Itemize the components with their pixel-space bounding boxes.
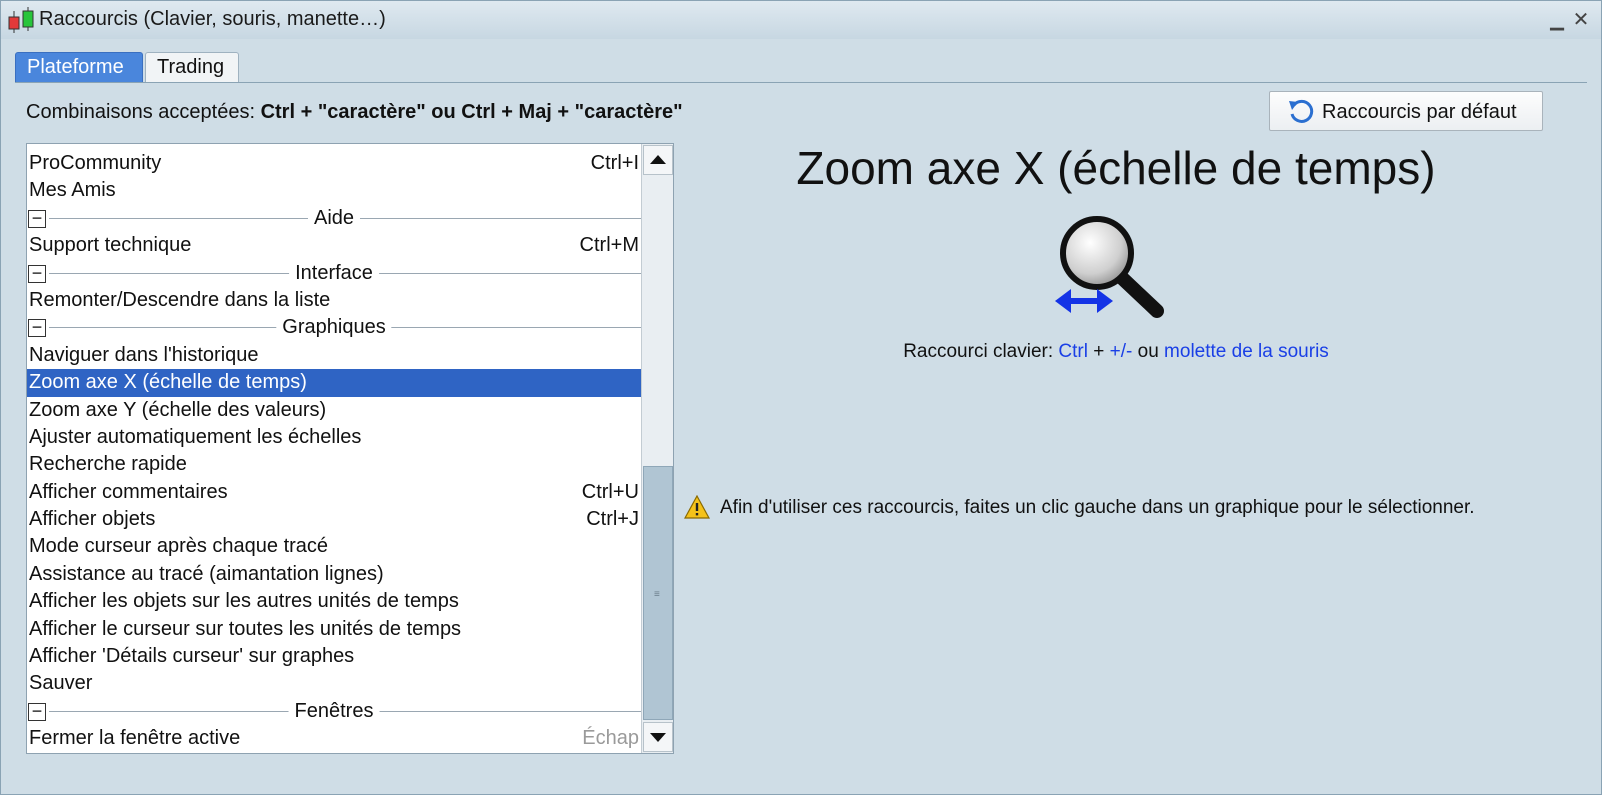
- reset-arrow-icon: [1289, 99, 1314, 123]
- list-item-label: Naviguer dans l'historique: [29, 343, 259, 366]
- list-item-label: Fermer la fenêtre active: [29, 727, 241, 750]
- detail-title: Zoom axe X (échelle de temps): [796, 142, 1436, 194]
- list-item[interactable]: Mode curseur après chaque tracé: [27, 533, 641, 560]
- zoom-horizontal-icon: [1055, 216, 1164, 318]
- collapse-toggle-icon[interactable]: −: [28, 702, 46, 721]
- list-item-label: Recherche rapide: [29, 453, 187, 476]
- list-item-label: Remonter/Descendre dans la liste: [29, 288, 331, 311]
- list-item[interactable]: Mes Amis: [27, 177, 641, 204]
- list-item[interactable]: Naviguer dans l'historique: [27, 342, 641, 369]
- list-item[interactable]: Afficher 'Détails curseur' sur graphes: [27, 643, 641, 670]
- list-item[interactable]: ProCommunity Ctrl+I: [27, 150, 641, 177]
- list-item-shortcut: Ctrl+U: [581, 480, 639, 503]
- list-item-label: Zoom axe X (échelle de temps): [29, 371, 307, 394]
- group-header-graphiques: − Graphiques: [27, 314, 641, 341]
- shortcut-mouse-wheel: molette de la souris: [1164, 341, 1329, 362]
- list-item[interactable]: Afficher commentaires Ctrl+U: [27, 479, 641, 506]
- list-item-label: Support technique: [29, 234, 192, 257]
- list-item[interactable]: Zoom axe X (échelle de temps): [27, 369, 641, 397]
- list-item-shortcut: Échap: [582, 727, 639, 750]
- collapse-toggle-icon[interactable]: −: [28, 264, 46, 283]
- shortcut-key-ctrl: Ctrl: [1058, 341, 1088, 362]
- list-scrollbar[interactable]: ≡: [641, 144, 673, 753]
- list-item[interactable]: Support technique Ctrl+M: [27, 232, 641, 259]
- collapse-toggle-icon[interactable]: −: [28, 209, 46, 228]
- collapse-toggle-icon[interactable]: −: [28, 318, 46, 338]
- list-item-label: Afficher le curseur sur toutes les unité…: [29, 617, 462, 640]
- list-item-label: Ajuster automatiquement les échelles: [29, 425, 362, 448]
- group-label: Graphiques: [276, 316, 392, 340]
- warning-icon: [684, 495, 710, 519]
- shortcuts-window: Raccourcis (Clavier, souris, manette…) ▁…: [0, 0, 1602, 795]
- scroll-thumb[interactable]: ≡: [643, 466, 673, 720]
- list-item-label: Zoom axe Y (échelle des valeurs): [29, 398, 327, 421]
- list-item[interactable]: Remonter/Descendre dans la liste: [27, 287, 641, 314]
- shortcut-key-plusminus: +/-: [1109, 341, 1133, 362]
- list-item-label: Afficher objets: [29, 508, 156, 531]
- list-item-shortcut: Ctrl+J: [586, 508, 639, 531]
- list-item[interactable]: Afficher le curseur sur toutes les unité…: [27, 616, 641, 643]
- list-item[interactable]: Afficher objets Ctrl+J: [27, 506, 641, 533]
- group-header-interface: − Interface: [27, 260, 641, 287]
- minimize-button[interactable]: ▁: [1547, 9, 1567, 31]
- shortcut-plus: +: [1087, 341, 1110, 362]
- list-item-label: Assistance au tracé (aimantation lignes): [29, 562, 384, 585]
- list-item[interactable]: Ajuster automatiquement les échelles: [27, 424, 641, 451]
- group-label: Aide: [307, 206, 361, 230]
- list-item-label: ProCommunity: [29, 152, 162, 174]
- tab-plateforme[interactable]: Plateforme: [15, 52, 143, 82]
- reset-defaults-label: Raccourcis par défaut: [1322, 101, 1517, 123]
- list-item-label: Sauver: [29, 672, 93, 695]
- combinations-value: Ctrl + "caractère" ou Ctrl + Maj + "cara…: [260, 101, 683, 123]
- warning-text: Afin d'utiliser ces raccourcis, faites u…: [720, 497, 1475, 518]
- grip-icon: ≡: [654, 589, 660, 600]
- list-item[interactable]: Sauver: [27, 670, 641, 697]
- shortcut-prefix: Raccourci clavier:: [903, 341, 1059, 362]
- tab-trading[interactable]: Trading: [145, 52, 239, 82]
- list-item[interactable]: Zoom axe Y (échelle des valeurs): [27, 397, 641, 424]
- group-header-aide: − Aide: [27, 205, 641, 232]
- list-item-label: Mes Amis: [29, 179, 116, 202]
- arrow-up-icon: [650, 155, 666, 164]
- shortcut-list-rows: ProCommunity Ctrl+I Mes Amis − Aide Support t…: [27, 144, 641, 753]
- list-item[interactable]: Recherche rapide: [27, 451, 641, 478]
- list-item-label: Afficher 'Détails curseur' sur graphes: [29, 645, 355, 668]
- app-candlestick-icon: [8, 7, 34, 33]
- list-item-label: Afficher commentaires: [29, 480, 228, 503]
- shortcut-list[interactable]: ProCommunity Ctrl+I Mes Amis − Aide Support t…: [26, 143, 674, 754]
- window-title: Raccourcis (Clavier, souris, manette…): [39, 8, 386, 30]
- scroll-down-button[interactable]: [643, 722, 673, 752]
- list-item-partial[interactable]: [27, 144, 641, 150]
- arrow-down-icon: [650, 733, 666, 742]
- list-item-label: Afficher les objets sur les autres unité…: [29, 590, 459, 613]
- group-label: Interface: [289, 261, 379, 285]
- title-bar[interactable]: Raccourcis (Clavier, souris, manette…) ▁…: [1, 1, 1601, 39]
- list-item[interactable]: Assistance au tracé (aimantation lignes): [27, 561, 641, 588]
- shortcut-or: ou: [1132, 341, 1165, 362]
- list-item-shortcut: Ctrl+M: [579, 234, 639, 257]
- scroll-up-button[interactable]: [643, 145, 673, 175]
- accepted-combinations: Combinaisons acceptées: Ctrl + "caractèr…: [26, 101, 683, 124]
- list-item[interactable]: Afficher les objets sur les autres unité…: [27, 588, 641, 615]
- group-header-fenêtres: − Fenêtres: [27, 698, 641, 725]
- list-item-label: Mode curseur après chaque tracé: [29, 535, 329, 558]
- group-label: Fenêtres: [288, 699, 380, 723]
- reset-defaults-button[interactable]: Raccourcis par défaut: [1269, 91, 1543, 131]
- combinations-label: Combinaisons acceptées:: [26, 101, 261, 123]
- keyboard-shortcut-line: Raccourci clavier: Ctrl + +/- ou molette…: [701, 341, 1531, 363]
- list-item-shortcut: Ctrl+I: [590, 152, 639, 174]
- list-item[interactable]: Fermer la fenêtre active Échap: [27, 725, 641, 752]
- close-button[interactable]: ✕: [1571, 9, 1591, 31]
